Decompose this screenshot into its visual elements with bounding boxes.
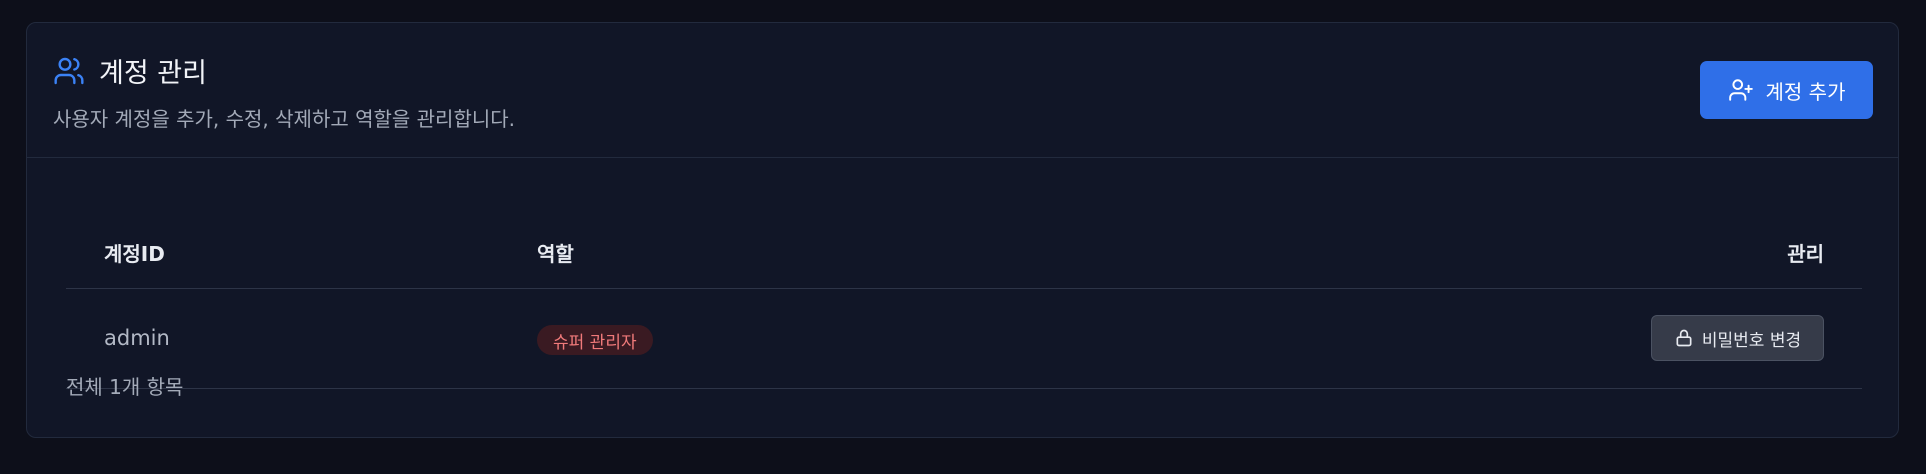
- add-account-button-label: 계정 추가: [1765, 79, 1846, 104]
- lock-icon: [1674, 328, 1694, 348]
- column-header-account-id: 계정ID: [104, 242, 165, 266]
- change-password-button[interactable]: 비밀번호 변경: [1651, 315, 1824, 361]
- title-row: 계정 관리: [53, 51, 207, 90]
- user-plus-icon: [1728, 77, 1754, 103]
- account-management-card: 계정 관리 사용자 계정을 추가, 수정, 삭제하고 역할을 관리합니다. 계정…: [26, 22, 1899, 438]
- table-header: 계정ID 역할 관리: [66, 198, 1862, 289]
- role-badge: 슈퍼 관리자: [537, 325, 653, 355]
- table-row: admin 슈퍼 관리자 비밀번호 변경: [66, 289, 1862, 389]
- page-title: 계정 관리: [99, 58, 207, 89]
- account-id-cell: admin: [104, 326, 170, 350]
- table-footer-count: 전체 1개 항목: [66, 375, 184, 399]
- column-header-role: 역할: [537, 242, 574, 266]
- change-password-button-label: 비밀번호 변경: [1701, 330, 1802, 351]
- add-account-button[interactable]: 계정 추가: [1700, 61, 1873, 119]
- card-header: 계정 관리 사용자 계정을 추가, 수정, 삭제하고 역할을 관리합니다. 계정…: [27, 23, 1898, 158]
- column-header-manage: 관리: [1787, 242, 1824, 266]
- accounts-table: 계정ID 역할 관리 admin 슈퍼 관리자 비밀번호 변경: [66, 198, 1862, 389]
- page-subtitle: 사용자 계정을 추가, 수정, 삭제하고 역할을 관리합니다.: [53, 107, 516, 131]
- users-icon: [53, 55, 85, 87]
